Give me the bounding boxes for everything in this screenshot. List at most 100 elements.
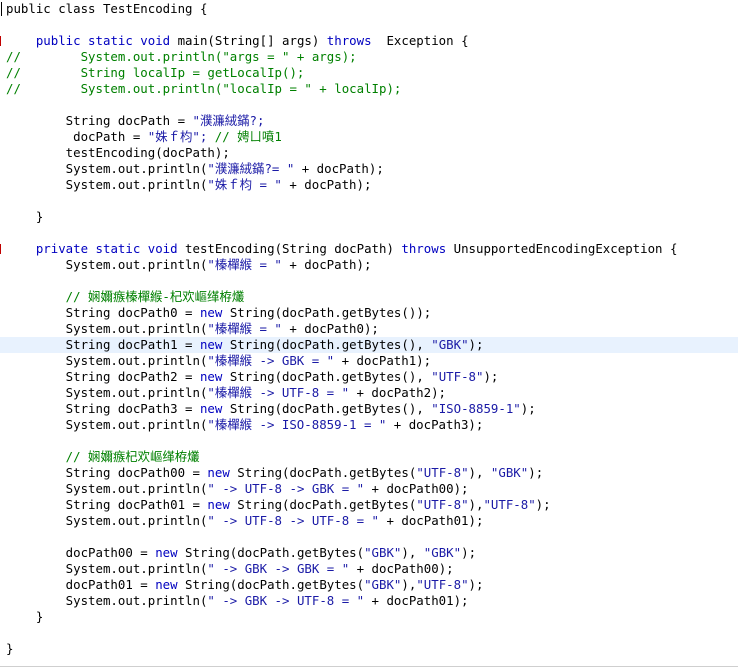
code-line[interactable] xyxy=(0,193,738,209)
code-token: + docPath); xyxy=(281,177,372,192)
code-token: String(docPath.getBytes( xyxy=(177,577,365,592)
code-text: String docPath00 = new String(docPath.ge… xyxy=(6,465,543,481)
code-line[interactable]: String docPath01 = new String(docPath.ge… xyxy=(0,497,738,513)
code-line[interactable]: String docPath2 = new String(docPath.get… xyxy=(0,369,738,385)
code-token: // String localIp = getLocalIp(); xyxy=(6,65,305,80)
code-token: new xyxy=(207,497,230,512)
code-line[interactable]: // System.out.println("args = " + args); xyxy=(0,49,738,65)
code-token: + docPath); xyxy=(281,257,372,272)
code-token: System.out.println( xyxy=(6,321,208,336)
code-token: String(docPath.getBytes( xyxy=(229,497,417,512)
code-token: // 娴嬭瘯榛樿緱-杞欢嶇缂栫爜 xyxy=(6,289,245,304)
code-token: String(docPath.getBytes( xyxy=(229,465,417,480)
code-token: ); xyxy=(520,401,536,416)
code-line[interactable]: private static void testEncoding(String … xyxy=(0,241,738,257)
code-text: String docPath2 = new String(docPath.get… xyxy=(6,369,499,385)
code-line[interactable]: docPath00 = new String(docPath.getBytes(… xyxy=(0,545,738,561)
code-token: "GBK" xyxy=(364,577,402,592)
code-line[interactable]: String docPath = "濮濂絨鏋?; xyxy=(0,113,738,129)
code-token: " -> UTF-8 -> UTF-8 = " xyxy=(207,513,379,528)
code-text: System.out.println("榛樿緱 -> UTF-8 = " + d… xyxy=(6,385,446,401)
code-line[interactable]: System.out.println(" -> GBK -> UTF-8 = "… xyxy=(0,593,738,609)
code-token: System.out.println( xyxy=(6,481,208,496)
code-token: ); xyxy=(483,369,499,384)
code-line[interactable]: System.out.println("濮濂絨鏋?= " + docPath); xyxy=(0,161,738,177)
code-line[interactable] xyxy=(0,17,738,33)
code-line[interactable]: System.out.println("姝ｆ枃 = " + docPath); xyxy=(0,177,738,193)
code-line[interactable]: } xyxy=(0,641,738,657)
code-line[interactable]: // 娴嬭瘯榛樿緱-杞欢嶇缂栫爜 xyxy=(0,289,738,305)
code-line[interactable]: } xyxy=(0,609,738,625)
code-text: // 娴嬭瘯榛樿緱-杞欢嶇缂栫爜 xyxy=(6,289,245,305)
code-line[interactable]: System.out.println(" -> UTF-8 -> GBK = "… xyxy=(0,481,738,497)
fold-marker-icon[interactable] xyxy=(0,36,4,46)
code-text: // System.out.println("localIp = " + loc… xyxy=(6,81,401,97)
code-token: String(docPath.getBytes()); xyxy=(222,305,432,320)
code-token: ); xyxy=(468,337,484,352)
code-token: "濮濂絨鏋?= " xyxy=(207,161,295,176)
code-token: "濮濂絨鏋?; xyxy=(192,113,265,128)
code-line[interactable]: System.out.println("榛樿緱 -> UTF-8 = " + d… xyxy=(0,385,738,401)
code-line[interactable]: testEncoding(docPath); xyxy=(0,145,738,161)
code-token: new xyxy=(199,337,223,352)
code-text: public static void main(String[] args) t… xyxy=(6,33,469,49)
code-token: // 娉ㄩ噴1 xyxy=(207,129,282,144)
code-line[interactable]: String docPath0 = new String(docPath.get… xyxy=(0,305,738,321)
fold-marker-icon[interactable] xyxy=(0,244,4,254)
code-text: System.out.println(" -> UTF-8 -> UTF-8 =… xyxy=(6,513,484,529)
code-text: System.out.println("榛樿緱 = " + docPath0); xyxy=(6,321,379,337)
code-token: " -> GBK -> UTF-8 = " xyxy=(207,593,365,608)
code-token: System.out.println( xyxy=(6,561,208,576)
code-line[interactable]: // System.out.println("localIp = " + loc… xyxy=(0,81,738,97)
code-text: } xyxy=(6,609,43,625)
code-token: String docPath0 = xyxy=(6,305,200,320)
code-text: String docPath3 = new String(docPath.get… xyxy=(6,401,536,417)
code-line[interactable]: // String localIp = getLocalIp(); xyxy=(0,65,738,81)
code-line[interactable] xyxy=(0,433,738,449)
code-line[interactable]: public class TestEncoding { xyxy=(0,1,738,17)
code-token: public class TestEncoding { xyxy=(6,1,208,16)
code-line[interactable]: System.out.println(" -> GBK -> GBK = " +… xyxy=(0,561,738,577)
code-token: System.out.println( xyxy=(6,353,208,368)
code-token: docPath = xyxy=(6,129,148,144)
text-caret xyxy=(1,2,2,16)
code-line[interactable]: System.out.println("榛樿緱 -> GBK = " + doc… xyxy=(0,353,738,369)
code-token: String(docPath.getBytes(), xyxy=(222,337,432,352)
code-token: // 娴嬭瘯杞欢嶇缂栫爜 xyxy=(6,449,200,464)
code-text: String docPath01 = new String(docPath.ge… xyxy=(6,497,551,513)
code-line[interactable]: System.out.println(" -> UTF-8 -> UTF-8 =… xyxy=(0,513,738,529)
code-token: String docPath01 = xyxy=(6,497,208,512)
code-line[interactable]: docPath = "姝ｆ枃"; // 娉ㄩ噴1 xyxy=(0,129,738,145)
code-token: "GBK" xyxy=(431,337,469,352)
code-text: String docPath = "濮濂絨鏋?; xyxy=(6,113,265,129)
code-line[interactable]: String docPath1 = new String(docPath.get… xyxy=(0,337,738,353)
code-line[interactable]: String docPath3 = new String(docPath.get… xyxy=(0,401,738,417)
code-token: "姝ｆ枃 = " xyxy=(207,177,282,192)
code-line[interactable]: System.out.println("榛樿緱 -> ISO-8859-1 = … xyxy=(0,417,738,433)
code-line[interactable] xyxy=(0,97,738,113)
editor-bottom-border xyxy=(0,666,738,667)
code-line[interactable]: System.out.println("榛樿緱 = " + docPath0); xyxy=(0,321,738,337)
code-token: System.out.println( xyxy=(6,513,208,528)
code-line[interactable]: } xyxy=(0,209,738,225)
code-token: ), xyxy=(401,577,417,592)
code-line[interactable]: docPath01 = new String(docPath.getBytes(… xyxy=(0,577,738,593)
code-token: System.out.println( xyxy=(6,593,208,608)
code-line[interactable] xyxy=(0,529,738,545)
code-token: "榛樿緱 -> UTF-8 = " xyxy=(207,385,350,400)
code-line[interactable]: System.out.println("榛樿緱 = " + docPath); xyxy=(0,257,738,273)
code-line[interactable]: public static void main(String[] args) t… xyxy=(0,33,738,49)
code-token: ); xyxy=(535,497,551,512)
code-token: String docPath00 = xyxy=(6,465,208,480)
code-line[interactable] xyxy=(0,225,738,241)
code-token: main(String[] args) xyxy=(170,33,327,48)
code-token: new xyxy=(199,305,223,320)
code-line[interactable] xyxy=(0,273,738,289)
code-line[interactable] xyxy=(0,625,738,641)
code-editor[interactable]: public class TestEncoding { public stati… xyxy=(0,0,738,672)
code-line[interactable]: String docPath00 = new String(docPath.ge… xyxy=(0,465,738,481)
code-token: ); xyxy=(468,577,484,592)
code-line[interactable]: // 娴嬭瘯杞欢嶇缂栫爜 xyxy=(0,449,738,465)
code-text: System.out.println(" -> GBK -> UTF-8 = "… xyxy=(6,593,469,609)
code-token: new xyxy=(199,401,223,416)
